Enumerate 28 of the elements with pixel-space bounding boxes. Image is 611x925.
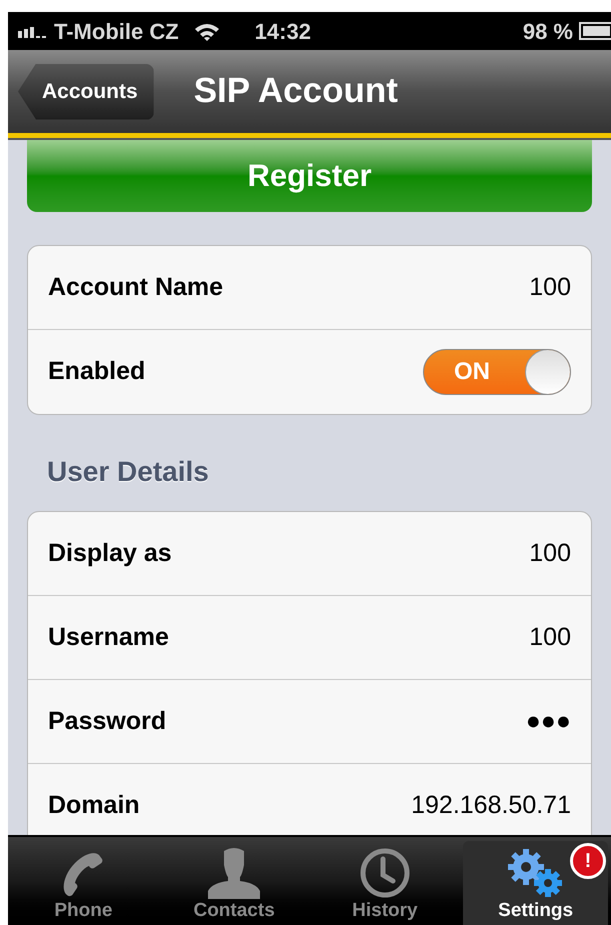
carrier-name: T-Mobile CZ bbox=[54, 18, 179, 46]
clock-time: 14:32 bbox=[254, 18, 311, 46]
row-value: 192.168.50.71 bbox=[411, 790, 571, 822]
row-label: Domain bbox=[48, 790, 140, 822]
row-label: Password bbox=[48, 706, 166, 737]
wifi-icon bbox=[192, 21, 221, 41]
tab-item[interactable]: Phone bbox=[11, 841, 156, 925]
person-icon bbox=[206, 847, 262, 899]
row-value: ●●● bbox=[526, 706, 571, 737]
register-button[interactable]: Register bbox=[27, 140, 592, 212]
row-value: 100 bbox=[529, 538, 571, 569]
battery-icon bbox=[579, 22, 611, 40]
clock-icon bbox=[358, 847, 411, 899]
tab-item[interactable]: History bbox=[312, 841, 458, 925]
tab-item[interactable]: Settings ! bbox=[463, 841, 608, 925]
row-label: Account Name bbox=[48, 272, 224, 303]
row-label: Username bbox=[48, 622, 169, 653]
row-label: Enabled bbox=[48, 356, 146, 388]
alert-badge: ! bbox=[570, 843, 606, 879]
row-label: Display as bbox=[48, 538, 172, 569]
row-value: 100 bbox=[529, 272, 571, 303]
row-value: 100 bbox=[529, 622, 571, 653]
tab-item[interactable]: Contacts bbox=[162, 841, 306, 925]
screen-title: SIP Account bbox=[194, 70, 398, 112]
section-header: User Details bbox=[47, 455, 210, 489]
battery-percent: 98 % bbox=[522, 18, 573, 46]
back-button[interactable]: Accounts bbox=[18, 64, 154, 120]
phone-icon bbox=[61, 851, 106, 899]
